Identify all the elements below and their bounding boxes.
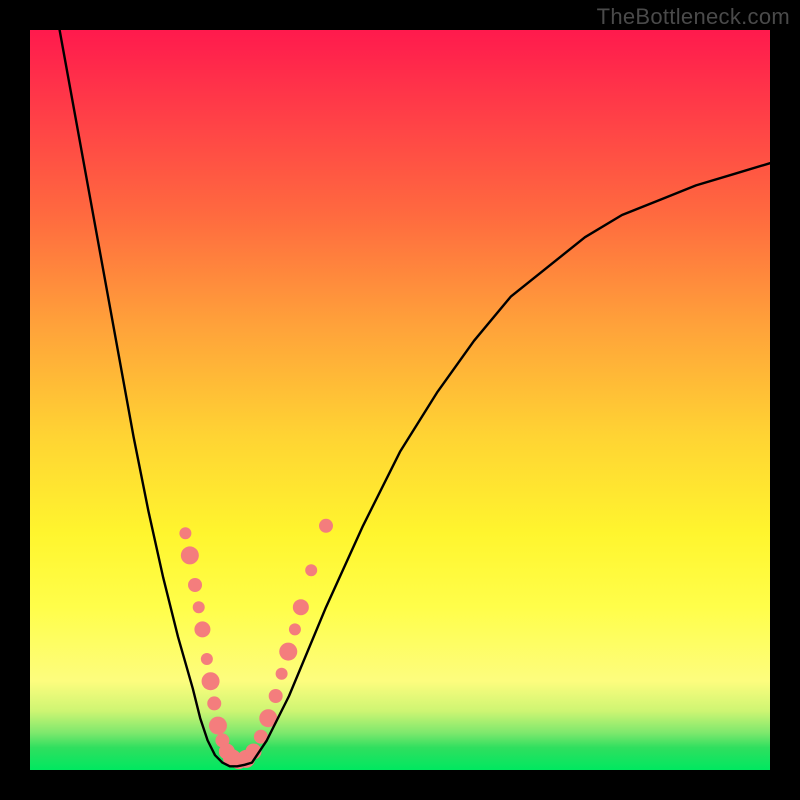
- highlight-marker: [181, 546, 199, 564]
- chart-plot-area: [30, 30, 770, 770]
- highlight-marker: [305, 564, 317, 576]
- highlight-marker: [207, 696, 221, 710]
- highlight-marker: [188, 578, 202, 592]
- highlight-marker: [276, 668, 288, 680]
- highlight-marker: [269, 689, 283, 703]
- highlight-marker: [319, 519, 333, 533]
- watermark-text: TheBottleneck.com: [597, 4, 790, 30]
- highlight-marker: [279, 643, 297, 661]
- highlight-marker: [201, 653, 213, 665]
- highlight-marker: [179, 527, 191, 539]
- chart-svg: [30, 30, 770, 770]
- highlight-marker: [289, 623, 301, 635]
- chart-frame: TheBottleneck.com: [0, 0, 800, 800]
- curve-layer: [60, 30, 770, 766]
- highlight-marker: [193, 601, 205, 613]
- highlight-marker: [194, 621, 210, 637]
- bottleneck-curve: [60, 30, 770, 766]
- highlight-marker: [293, 599, 309, 615]
- highlight-marker: [202, 672, 220, 690]
- highlight-marker: [209, 717, 227, 735]
